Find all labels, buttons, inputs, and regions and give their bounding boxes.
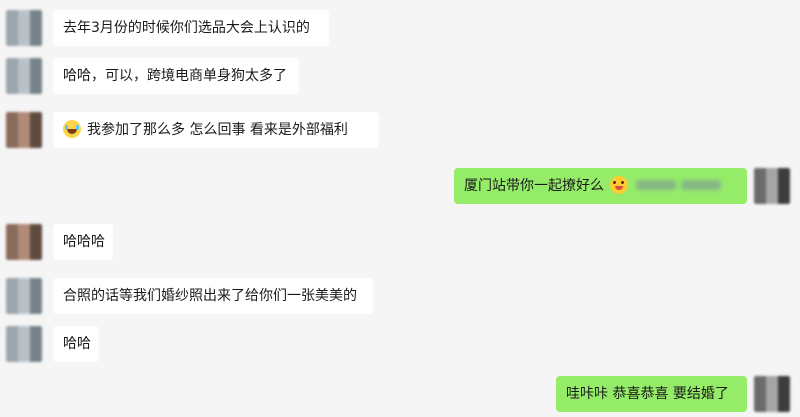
message-text: 哇咔咔 恭喜恭喜 要结婚了: [566, 386, 729, 402]
message-bubble[interactable]: 哇咔咔 恭喜恭喜 要结婚了: [556, 376, 747, 412]
message-text: 厦门站带你一起撩好么: [464, 178, 604, 194]
avatar[interactable]: [6, 224, 42, 260]
message-row: 哇咔咔 恭喜恭喜 要结婚了: [0, 376, 800, 412]
avatar[interactable]: [754, 376, 790, 412]
message-text: 哈哈哈: [63, 234, 105, 250]
message-text: 去年3月份的时候你们选品大会上认识的: [63, 20, 310, 36]
message-bubble[interactable]: 去年3月份的时候你们选品大会上认识的: [53, 10, 329, 46]
avatar[interactable]: [6, 112, 42, 148]
blurred-text: [636, 179, 726, 193]
message-row: 哈哈，可以，跨境电商单身狗太多了: [0, 58, 800, 94]
message-text: 哈哈: [63, 336, 91, 352]
message-bubble[interactable]: 哈哈，可以，跨境电商单身狗太多了: [53, 58, 299, 94]
avatar[interactable]: [6, 326, 42, 362]
avatar[interactable]: [6, 58, 42, 94]
avatar[interactable]: [6, 10, 42, 46]
message-row: 合照的话等我们婚纱照出来了给你们一张美美的: [0, 278, 800, 314]
laughing-tears-emoji-icon: [63, 120, 81, 138]
avatar[interactable]: [754, 168, 790, 204]
message-row: 厦门站带你一起撩好么: [0, 168, 800, 204]
message-bubble[interactable]: 哈哈哈: [53, 224, 113, 260]
chat-message-list[interactable]: 去年3月份的时候你们选品大会上认识的 哈哈，可以，跨境电商单身狗太多了 我参加了…: [0, 0, 800, 417]
message-bubble[interactable]: 哈哈: [53, 326, 99, 362]
message-row: 哈哈哈: [0, 224, 800, 260]
message-row: 哈哈: [0, 326, 800, 362]
message-row: 去年3月份的时候你们选品大会上认识的: [0, 10, 800, 46]
message-row: 我参加了那么多 怎么回事 看来是外部福利: [0, 112, 800, 148]
message-bubble[interactable]: 我参加了那么多 怎么回事 看来是外部福利: [53, 112, 379, 148]
message-text: 哈哈，可以，跨境电商单身狗太多了: [63, 68, 287, 84]
wink-emoji-icon: [610, 176, 628, 194]
message-bubble[interactable]: 合照的话等我们婚纱照出来了给你们一张美美的: [53, 278, 373, 314]
message-text: 合照的话等我们婚纱照出来了给你们一张美美的: [63, 288, 357, 304]
message-bubble[interactable]: 厦门站带你一起撩好么: [454, 168, 747, 204]
avatar[interactable]: [6, 278, 42, 314]
message-text: 我参加了那么多 怎么回事 看来是外部福利: [87, 122, 348, 138]
